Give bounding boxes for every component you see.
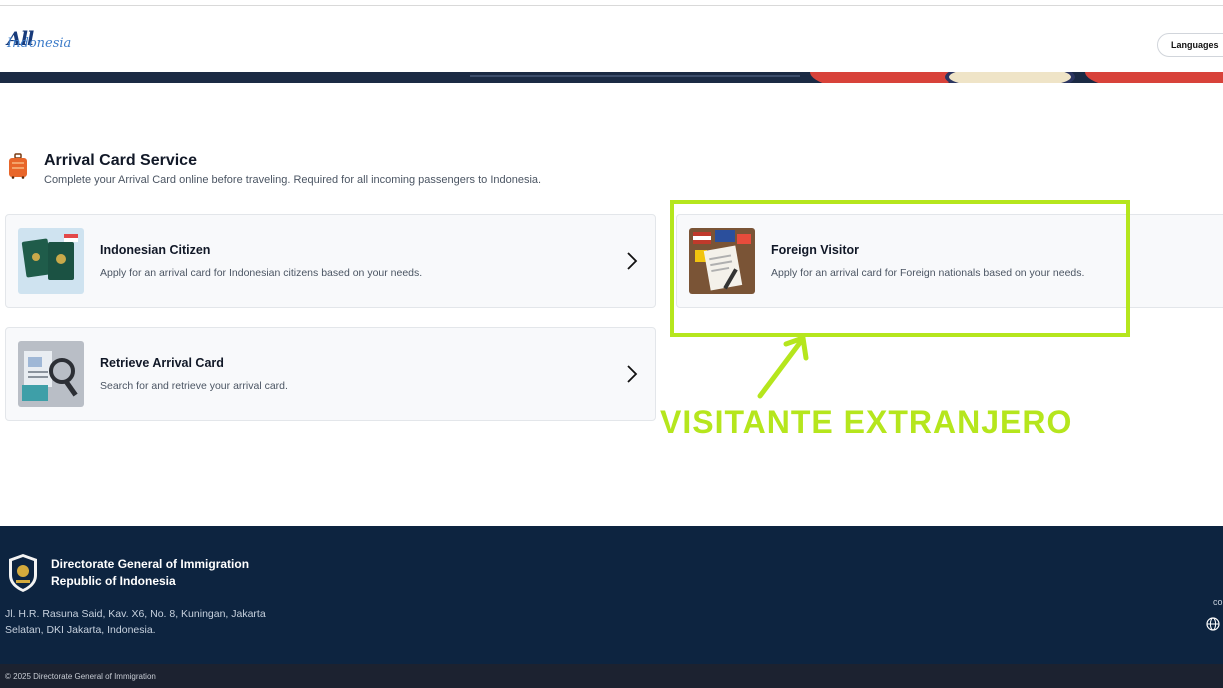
card-title: Retrieve Arrival Card — [100, 356, 224, 370]
card-title: Indonesian Citizen — [100, 243, 211, 257]
copyright-bar: © 2025 Directorate General of Immigratio… — [0, 664, 1223, 688]
passports-image — [18, 228, 84, 294]
banner-decoration — [1085, 72, 1223, 83]
immigration-emblem-icon — [9, 554, 37, 592]
chevron-right-icon — [627, 365, 638, 383]
languages-button[interactable]: Languages — [1157, 33, 1223, 57]
site-header: All Indonesia Languages — [0, 6, 1223, 72]
globe-icon[interactable] — [1206, 617, 1220, 631]
hero-banner-strip — [0, 72, 1223, 83]
retrieve-arrival-card-card[interactable]: Retrieve Arrival Card Search for and ret… — [5, 327, 656, 421]
footer-org-country: Republic of Indonesia — [51, 574, 176, 588]
card-description: Search for and retrieve your arrival car… — [100, 380, 288, 392]
indonesian-citizen-card[interactable]: Indonesian Citizen Apply for an arrival … — [5, 214, 656, 308]
chevron-right-icon — [627, 252, 638, 270]
banner-decoration — [945, 72, 1075, 83]
copyright-text: © 2025 Directorate General of Immigratio… — [5, 672, 156, 681]
section-subtitle: Complete your Arrival Card online before… — [44, 174, 542, 186]
banner-decoration — [810, 72, 960, 83]
logo-text-indonesia: Indonesia — [7, 36, 72, 51]
site-footer: Directorate General of Immigration Repub… — [0, 526, 1223, 664]
magnifier-documents-image — [18, 341, 84, 407]
luggage-icon — [9, 153, 27, 179]
annotation-label: VISITANTE EXTRANJERO — [660, 404, 1073, 440]
all-indonesia-logo[interactable]: All Indonesia — [7, 28, 77, 58]
banner-decoration — [470, 75, 800, 77]
annotation-arrow-icon — [757, 335, 809, 399]
annotation-highlight-box — [670, 200, 1130, 337]
footer-org-name: Directorate General of Immigration — [51, 557, 250, 571]
card-description: Apply for an arrival card for Indonesian… — [100, 267, 423, 279]
section-title: Arrival Card Service — [44, 152, 197, 169]
footer-address: Jl. H.R. Rasuna Said, Kav. X6, No. 8, Ku… — [5, 608, 266, 636]
footer-right-fragment: co — [1213, 597, 1223, 607]
